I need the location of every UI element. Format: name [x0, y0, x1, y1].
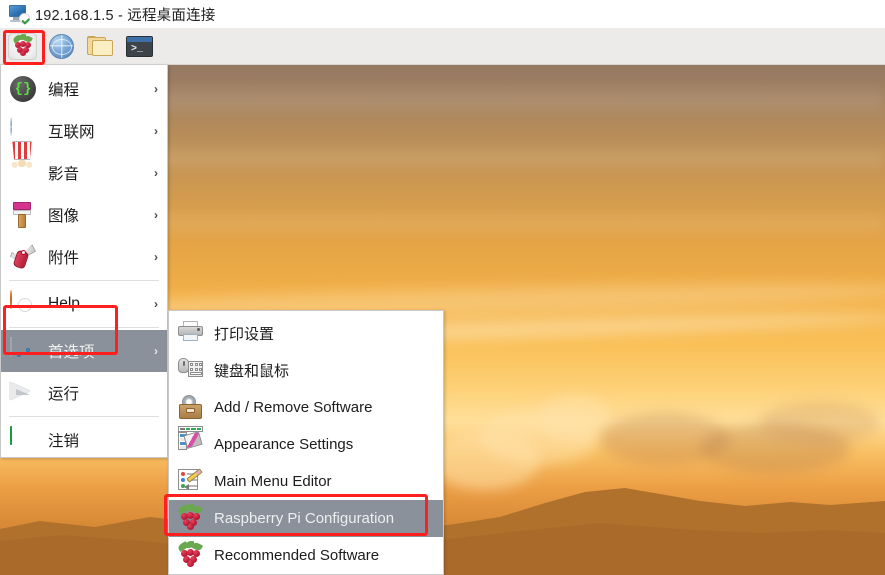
submenu-item-label: 打印设置: [214, 326, 275, 343]
keyboard-mouse-icon: [178, 358, 203, 383]
raspberry-glyph: [12, 33, 33, 56]
color-swatches-icon: [178, 426, 203, 457]
popcorn-media-icon: [10, 141, 36, 186]
chevron-right-icon: ›: [154, 82, 158, 96]
menu-separator: [9, 327, 159, 328]
submenu-item-label: Raspberry Pi Configuration: [214, 510, 395, 527]
folder-icon: [87, 35, 114, 57]
file-manager-button[interactable]: [84, 31, 117, 62]
menu-item-run[interactable]: 运行: [1, 372, 167, 414]
taskbar: >_: [0, 28, 885, 65]
globe-icon: [49, 33, 74, 59]
menu-item-graphics[interactable]: 图像 ›: [1, 194, 167, 236]
chevron-right-icon: ›: [154, 250, 158, 264]
terminal-icon: >_: [126, 35, 153, 57]
preferences-window-icon: [10, 337, 36, 364]
life-ring-icon: [10, 290, 36, 317]
menu-editor-pencil-icon: [178, 468, 203, 494]
menu-item-label: 编程: [48, 82, 80, 99]
cumulus-cloud: [540, 395, 610, 441]
chevron-right-icon: ›: [154, 124, 158, 138]
menu-item-label: 图像: [48, 208, 80, 225]
code-braces-icon: {}: [10, 76, 36, 102]
paper-plane-icon: [10, 380, 36, 406]
submenu-item-label: Appearance Settings: [214, 436, 354, 453]
terminal-button[interactable]: >_: [123, 31, 156, 62]
submenu-item-appearance-settings[interactable]: Appearance Settings: [169, 426, 443, 463]
globe-icon: [10, 117, 36, 144]
submenu-item-label: Add / Remove Software: [214, 399, 373, 416]
menu-item-label: 注销: [48, 433, 80, 450]
menu-separator: [9, 416, 159, 417]
menu-item-media[interactable]: 影音 ›: [1, 141, 167, 194]
submenu-item-add-remove-software[interactable]: Add / Remove Software: [169, 389, 443, 426]
submenu-item-keyboard-and-mouse[interactable]: 键盘和鼠标: [169, 352, 443, 389]
chevron-right-icon: ›: [154, 297, 158, 311]
cumulus-cloud: [760, 401, 880, 445]
swiss-army-knife-icon: [10, 244, 36, 270]
chevron-right-icon: ›: [154, 166, 158, 180]
printer-icon: [178, 321, 203, 346]
submenu-item-recommended-software[interactable]: Recommended Software: [169, 537, 443, 574]
main-menu-panel: {} 编程 › 互联网 › 影音 › 图像 › 附件 › Help › 首选项 …: [0, 65, 168, 458]
software-briefcase-icon: [178, 395, 203, 420]
paintbrush-icon: [10, 202, 36, 228]
submenu-item-label: Main Menu Editor: [214, 473, 332, 490]
menu-item-programming[interactable]: {} 编程 ›: [1, 68, 167, 110]
menu-item-label: 影音: [48, 166, 80, 183]
raspberry-pi-icon: [8, 32, 37, 60]
remote-desktop-monitor-icon: [8, 5, 30, 24]
menu-item-label: 运行: [48, 386, 80, 403]
menu-item-label: 附件: [48, 250, 80, 267]
web-browser-button[interactable]: [45, 31, 78, 62]
menu-item-logout[interactable]: 注销: [1, 419, 167, 461]
raspberry-pi-icon: [176, 541, 204, 568]
menu-item-accessories[interactable]: 附件 ›: [1, 236, 167, 278]
menu-item-label: Help: [48, 295, 80, 312]
chevron-right-icon: ›: [154, 208, 158, 222]
submenu-item-main-menu-editor[interactable]: Main Menu Editor: [169, 463, 443, 500]
raspberry-menu-button[interactable]: [6, 31, 39, 62]
raspberry-pi-icon: [176, 504, 204, 531]
menu-item-label: 互联网: [48, 124, 95, 141]
menu-item-preferences[interactable]: 首选项 ›: [1, 330, 167, 372]
menu-separator: [9, 280, 159, 281]
submenu-item-label: Recommended Software: [214, 547, 380, 564]
menu-item-help[interactable]: Help ›: [1, 283, 167, 325]
window-title: 192.168.1.5 - 远程桌面连接: [35, 7, 216, 24]
menu-item-label: 首选项: [48, 344, 95, 361]
preferences-submenu-panel: 打印设置 键盘和鼠标 Add / Remove Software Appeara…: [168, 310, 444, 575]
submenu-item-raspberry-pi-configuration[interactable]: Raspberry Pi Configuration: [169, 500, 443, 537]
logout-exit-icon: [10, 426, 36, 453]
window-titlebar: 192.168.1.5 - 远程桌面连接: [0, 0, 885, 28]
chevron-right-icon: ›: [154, 344, 158, 358]
screen-root: 192.168.1.5 - 远程桌面连接 >_ {} 编程 › 互联网 › 影音…: [0, 0, 885, 575]
submenu-item-label: 键盘和鼠标: [214, 363, 290, 380]
submenu-item-print-settings[interactable]: 打印设置: [169, 315, 443, 352]
